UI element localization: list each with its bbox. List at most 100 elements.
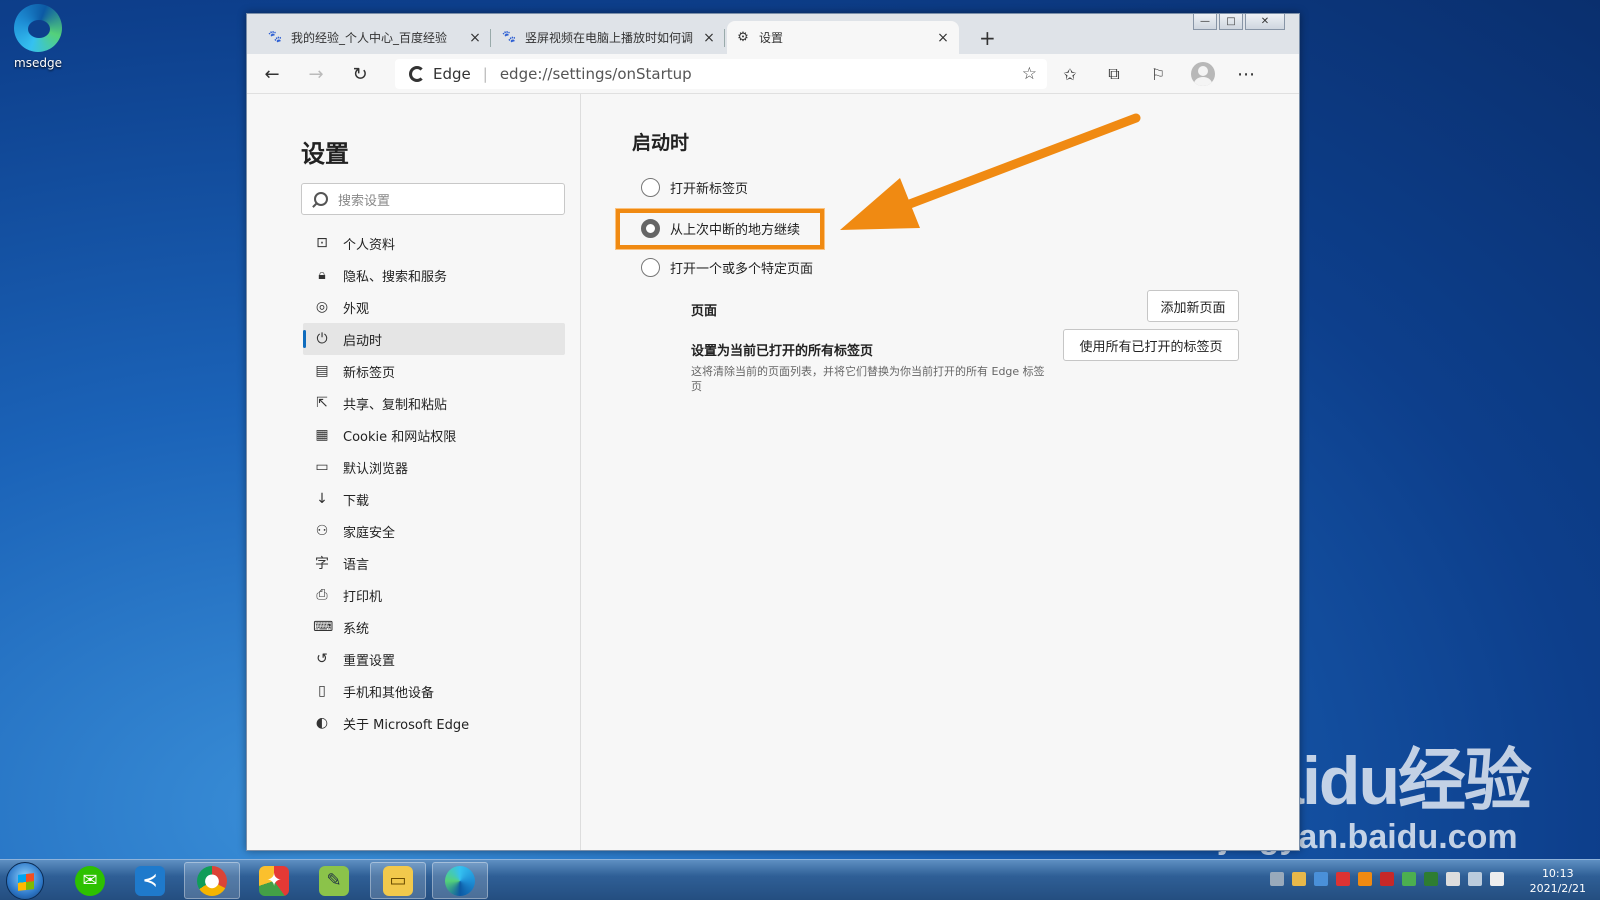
sidebar-item[interactable]: ↺ 重置设置 xyxy=(303,643,565,675)
profile-avatar[interactable] xyxy=(1191,62,1215,86)
tab-settings[interactable]: ⚙ 设置 × xyxy=(727,21,959,54)
minimize-button[interactable]: — xyxy=(1193,14,1217,30)
sidebar-item[interactable]: 字语言 xyxy=(303,547,565,579)
volume-icon[interactable] xyxy=(1490,872,1504,886)
address-bar[interactable]: Edge | edge://settings/onStartup ☆ xyxy=(395,59,1047,89)
sidebar-item-label: 外观 xyxy=(343,301,370,317)
sidebar-item[interactable]: ⏻ 启动时 xyxy=(303,323,565,355)
sidebar-item[interactable]: ↓ 下载 xyxy=(303,483,565,515)
taskbar-edge[interactable] xyxy=(432,862,488,899)
taskbar-vscode[interactable]: ≺ xyxy=(122,862,178,899)
sidebar-item-label: 打印机 xyxy=(343,589,383,605)
radio-button[interactable] xyxy=(641,178,660,197)
option-new-tab[interactable]: 打开新标签页 xyxy=(641,178,748,197)
palette-icon: ◎ xyxy=(315,299,329,315)
address-brand: Edge xyxy=(433,65,471,83)
taskbar-editor[interactable]: ✎ xyxy=(306,862,362,899)
laptop-icon: ⌨ xyxy=(313,619,334,635)
vscode-icon: ≺ xyxy=(135,865,165,896)
set-current-tabs-description: 这将清除当前的页面列表，并将它们替换为你当前打开的所有 Edge 标签页 xyxy=(691,365,1045,393)
feedback-icon[interactable]: ⚐ xyxy=(1145,62,1171,86)
sidebar-item[interactable]: ▭ 默认浏览器 xyxy=(303,451,565,483)
chrome-icon: ● xyxy=(197,865,227,896)
sidebar-item[interactable]: ⊡ 个人资料 xyxy=(303,227,565,259)
system-tray xyxy=(1270,872,1504,886)
keyboard-icon[interactable] xyxy=(1270,872,1284,886)
sidebar-item-label: Cookie 和网站权限 xyxy=(343,429,457,445)
tab-close-icon[interactable]: × xyxy=(935,30,951,46)
tab-label: 我的经验_个人中心_百度经验 xyxy=(291,31,448,45)
option-specific-pages[interactable]: 打开一个或多个特定页面 xyxy=(641,258,813,277)
option-label: 打开一个或多个特定页面 xyxy=(670,262,814,277)
maximize-button[interactable]: □ xyxy=(1219,14,1243,30)
language-icon: 字 xyxy=(315,556,329,572)
settings-sidebar: 设置 搜索设置 ⊡ 个人资料 🔒︎ 隐私、搜索和服务 ◎ 外观 ⏻ 启动时 ▤ 新标签页 ⇱ 共享、复… xyxy=(247,94,581,850)
tab-close-icon[interactable]: × xyxy=(701,30,717,46)
new-tab-button[interactable]: + xyxy=(979,26,996,50)
flag-icon[interactable] xyxy=(1446,872,1460,886)
tab-baidu-profile[interactable]: 🐾︎ 我的经验_个人中心_百度经验 × xyxy=(259,21,491,54)
taskbar-app-xmind[interactable]: ✦ xyxy=(246,862,302,899)
windows-taskbar: ✉ ≺ ● ✦ ✎ ▭ 10:13 2021/2/21 xyxy=(0,859,1600,900)
network-icon[interactable] xyxy=(1424,872,1438,886)
clock[interactable]: 10:13 2021/2/21 xyxy=(1530,866,1586,896)
address-url[interactable]: edge://settings/onStartup xyxy=(500,65,692,83)
radio-button-checked[interactable] xyxy=(641,219,660,238)
taskbar-wechat[interactable]: ✉ xyxy=(62,862,118,899)
desktop-icon-msedge[interactable]: msedge xyxy=(8,4,68,70)
sidebar-item[interactable]: ⌨ 系统 xyxy=(303,611,565,643)
cookie-icon: ▦ xyxy=(315,427,329,443)
tab-baidu-video[interactable]: 🐾︎ 竖屏视频在电脑上播放时如何调整 × xyxy=(493,21,725,54)
app-tray-icon[interactable] xyxy=(1314,872,1328,886)
search-tray-icon[interactable] xyxy=(1358,872,1372,886)
sidebar-item[interactable]: ⇱ 共享、复制和粘贴 xyxy=(303,387,565,419)
edge-icon xyxy=(445,865,475,896)
option-label: 打开新标签页 xyxy=(670,182,749,197)
address-divider: | xyxy=(482,65,488,83)
settings-title: 设置 xyxy=(301,140,349,168)
close-window-button[interactable]: ✕ xyxy=(1245,14,1285,30)
arrow-head xyxy=(840,178,920,230)
sidebar-item[interactable]: ▦ Cookie 和网站权限 xyxy=(303,419,565,451)
sidebar-item-label: 个人资料 xyxy=(343,237,396,253)
desktop-icon-label: msedge xyxy=(14,56,62,70)
sidebar-item-label: 家庭安全 xyxy=(343,525,396,541)
signal-icon[interactable] xyxy=(1468,872,1482,886)
back-button[interactable]: ← xyxy=(259,62,285,86)
search-input[interactable]: 搜索设置 xyxy=(301,183,565,215)
green-check-icon[interactable] xyxy=(1402,872,1416,886)
start-button[interactable] xyxy=(6,862,44,900)
sidebar-item[interactable]: ⎙ 打印机 xyxy=(303,579,565,611)
favorites-icon[interactable]: ✩ xyxy=(1057,62,1083,86)
security-shield-icon[interactable] xyxy=(1292,872,1306,886)
red-tray-icon[interactable] xyxy=(1336,872,1350,886)
refresh-button[interactable]: ↻ xyxy=(347,62,373,86)
collections-icon[interactable]: ⧉ xyxy=(1101,62,1127,86)
forward-button[interactable]: → xyxy=(303,62,329,86)
sidebar-item-label: 重置设置 xyxy=(343,653,396,669)
favorite-star-icon[interactable]: ☆ xyxy=(1022,64,1037,84)
sidebar-item[interactable]: ⚇ 家庭安全 xyxy=(303,515,565,547)
radio-button[interactable] xyxy=(641,258,660,277)
sidebar-item-label: 下载 xyxy=(343,493,370,509)
family-icon: ⚇ xyxy=(315,523,329,539)
sidebar-item[interactable]: ◐ 关于 Microsoft Edge xyxy=(303,707,565,739)
tab-close-icon[interactable]: × xyxy=(467,30,483,46)
use-all-open-tabs-button[interactable]: 使用所有已打开的标签页 xyxy=(1063,329,1239,361)
add-new-page-button[interactable]: 添加新页面 xyxy=(1147,290,1239,322)
sidebar-item[interactable]: 🔒︎ 隐私、搜索和服务 xyxy=(303,259,565,291)
colorful-app-icon: ✦ xyxy=(259,865,289,896)
set-current-tabs-label: 设置为当前已打开的所有标签页 xyxy=(691,344,874,359)
sidebar-item[interactable]: ▯ 手机和其他设备 xyxy=(303,675,565,707)
edge-logo-icon xyxy=(14,4,62,52)
sidebar-item[interactable]: ▤ 新标签页 xyxy=(303,355,565,387)
option-continue-where-left-off[interactable]: 从上次中断的地方继续 xyxy=(641,219,800,238)
taskbar-chrome[interactable]: ● xyxy=(184,862,240,899)
settings-nav: ⊡ 个人资料 🔒︎ 隐私、搜索和服务 ◎ 外观 ⏻ 启动时 ▤ 新标签页 ⇱ 共享、复制和粘贴 ▦ Coo… xyxy=(303,227,565,739)
red-b-icon[interactable] xyxy=(1380,872,1394,886)
phone-icon: ▯ xyxy=(318,683,326,699)
taskbar-explorer[interactable]: ▭ xyxy=(370,862,426,899)
more-menu-icon[interactable]: ⋯ xyxy=(1233,62,1259,86)
sidebar-item[interactable]: ◎ 外观 xyxy=(303,291,565,323)
printer-icon: ⎙ xyxy=(316,587,328,603)
